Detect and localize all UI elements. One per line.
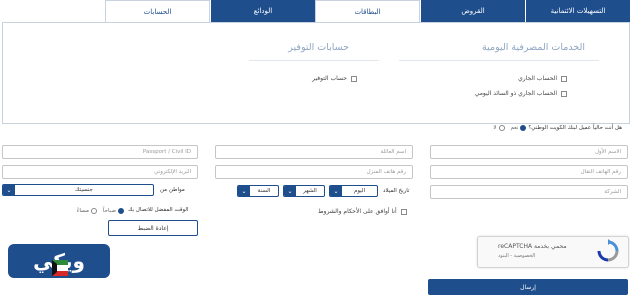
chevron-down-icon: ⌄ (238, 186, 250, 196)
answer-label: لا (493, 125, 497, 131)
tab-cards[interactable]: البطاقات (315, 0, 420, 22)
option-label: الحساب الجاري ذو السائد اليومي (474, 90, 557, 97)
radio-morning[interactable] (118, 208, 124, 214)
contact-option-morning[interactable]: صباحاً (103, 208, 126, 214)
tab-label: القروض (461, 7, 485, 15)
reset-button[interactable]: إعادة الضبط (108, 220, 198, 236)
contact-time-options: صباحاً مساءً (70, 208, 126, 214)
radio-evening[interactable] (90, 208, 97, 214)
services-panel: الخدمات المصرفية اليومية حسابات التوفير … (2, 22, 630, 124)
checkbox[interactable] (561, 75, 567, 82)
submit-button[interactable]: إرسال (428, 279, 628, 295)
dob-month-select[interactable]: الشهر ⌄ (283, 185, 325, 197)
company-input[interactable]: الشركة (430, 185, 628, 199)
chevron-down-icon: ⌄ (3, 185, 15, 195)
radio-no[interactable] (498, 125, 505, 131)
radio-yes[interactable] (520, 125, 527, 131)
home-phone-input[interactable]: رقم هاتف المنزل (215, 165, 413, 179)
select-value: جنسيتك (75, 187, 93, 193)
tab-bar: التسهيلات الائتمانية القروض البطاقات الو… (105, 0, 630, 22)
agree-label: أنا أوافق على الأحكام والشروط (318, 208, 397, 215)
question-text: هل أنت حالياً عميل لبنك الكويت الوطني؟ (528, 125, 622, 131)
tab-label: الودائع (253, 7, 273, 15)
option-current-account[interactable]: الحساب الجاري (518, 75, 567, 82)
agree-checkbox[interactable] (400, 208, 407, 215)
existing-customer-question: هل أنت حالياً عميل لبنك الكويت الوطني؟ ن… (412, 125, 622, 131)
first-name-input[interactable]: الاسم الأول (430, 145, 628, 159)
wiki-logo: ويكي (8, 244, 110, 278)
contact-option-evening[interactable]: مساءً (77, 208, 99, 214)
select-value: الشهر (303, 188, 317, 194)
option-label: الحساب الجاري (518, 75, 557, 82)
nationality-select[interactable]: جنسيتك ⌄ (2, 184, 154, 196)
agree-terms[interactable]: أنا أوافق على الأحكام والشروط (318, 208, 407, 215)
divider (249, 60, 379, 61)
divider (399, 60, 599, 61)
recaptcha-widget[interactable]: reCAPTCHA محمي بخدمة الخصوصية - البنود (477, 236, 629, 268)
select-value: السنة (257, 188, 271, 194)
tab-deposits[interactable]: الودائع (210, 0, 315, 22)
contact-time-label: الوقت المفضل للاتصال بك (128, 207, 189, 213)
option-current-account-daily[interactable]: الحساب الجاري ذو السائد اليومي (475, 90, 567, 97)
dob-year-select[interactable]: السنة ⌄ (237, 185, 279, 197)
answer-yes[interactable]: نعم (511, 125, 529, 131)
tab-label: التسهيلات الائتمانية (550, 7, 606, 15)
email-input[interactable]: البريد الإلكتروني (2, 165, 198, 179)
select-value: اليوم (353, 188, 366, 194)
last-name-input[interactable]: اسم العائلة (215, 145, 413, 159)
option-label: صباحاً (102, 208, 116, 214)
chevron-down-icon: ⌄ (284, 186, 296, 196)
savings-accounts-title: حسابات التوفير (288, 42, 349, 53)
checkbox[interactable] (351, 75, 357, 82)
option-label: مساءً (76, 208, 89, 214)
captcha-links: الخصوصية - البنود (498, 253, 536, 259)
dob-label: تاريخ الميلاد (383, 188, 410, 194)
recaptcha-icon (597, 239, 619, 262)
dob-day-select[interactable]: اليوم ⌄ (329, 185, 378, 197)
captcha-brand: reCAPTCHA محمي بخدمة (498, 243, 567, 250)
kuwait-flag-icon (52, 260, 68, 276)
option-savings-account[interactable]: حساب التوفير (312, 75, 357, 82)
option-label: حساب التوفير (312, 75, 347, 82)
mobile-input[interactable]: رقم الهاتف النقال (430, 165, 628, 179)
answer-label: نعم (510, 125, 519, 131)
nationality-label: مواطن من (160, 187, 185, 193)
daily-banking-title: الخدمات المصرفية اليومية (482, 42, 585, 53)
tab-loans[interactable]: القروض (420, 0, 525, 22)
chevron-down-icon: ⌄ (330, 186, 342, 196)
tab-label: البطاقات (354, 7, 381, 16)
tab-accounts[interactable]: الحسابات (105, 0, 210, 22)
checkbox[interactable] (561, 90, 567, 97)
answer-no[interactable]: لا (493, 125, 506, 131)
passport-input[interactable]: Passport / Civil ID (2, 145, 198, 159)
tab-credit-facilities[interactable]: التسهيلات الائتمانية (525, 0, 630, 22)
tab-label: الحسابات (143, 7, 172, 16)
